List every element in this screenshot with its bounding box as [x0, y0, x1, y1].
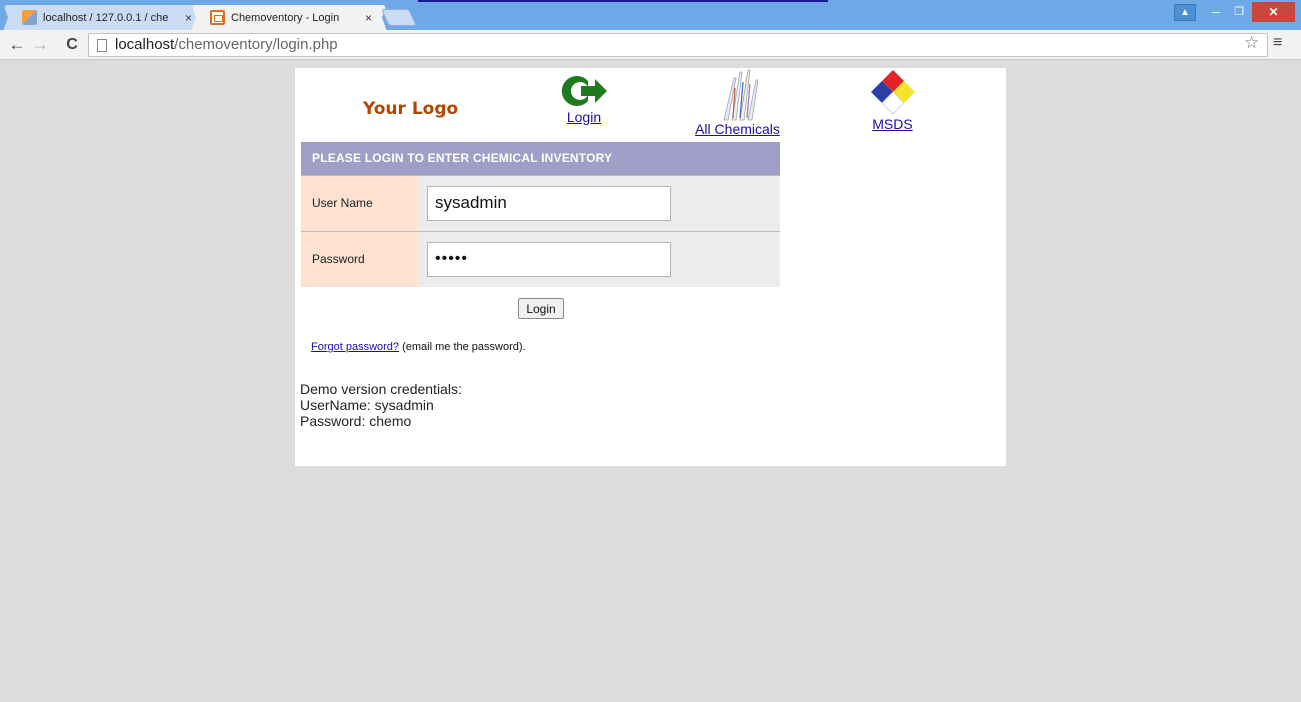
- new-tab-button[interactable]: [385, 9, 413, 26]
- reload-icon[interactable]: C: [62, 35, 82, 55]
- back-arrow-icon[interactable]: ←: [7, 35, 27, 55]
- browser-toolbar: ← → C localhost/chemoventory/login.php ☆…: [0, 30, 1301, 60]
- password-cell: [417, 230, 780, 287]
- demo-credentials-title: Demo version credentials:: [300, 381, 462, 397]
- hazard-diamond-icon: [870, 70, 915, 115]
- username-row: User Name: [301, 174, 780, 231]
- nav-all-chemicals-label: All Chemicals: [695, 121, 780, 137]
- demo-password: Password: chemo: [300, 413, 412, 429]
- page-icon: [97, 39, 107, 52]
- login-arrow-icon: [561, 76, 607, 106]
- restore-icon[interactable]: ❐: [1228, 2, 1250, 22]
- site-logo: Your Logo: [363, 99, 459, 119]
- close-icon[interactable]: ×: [365, 11, 372, 25]
- tab-title: localhost / 127.0.0.1 / che: [43, 11, 169, 24]
- tab-chemoventory-login[interactable]: Chemoventory - Login ×: [191, 5, 387, 30]
- link-underline: [418, 0, 828, 2]
- demo-credentials: Demo version credentials: UserName: sysa…: [300, 381, 462, 429]
- url-path: /chemoventory/login.php: [174, 36, 338, 53]
- minimize-icon[interactable]: –: [1205, 2, 1227, 22]
- phpmyadmin-icon: [22, 10, 37, 25]
- login-button[interactable]: Login: [518, 298, 564, 319]
- user-profile-icon[interactable]: ▲: [1174, 4, 1196, 21]
- forward-arrow-icon[interactable]: →: [30, 35, 50, 55]
- tab-phpmyadmin[interactable]: localhost / 127.0.0.1 / che ×: [3, 5, 207, 30]
- nav-login-label: Login: [566, 109, 602, 125]
- password-row: Password: [301, 230, 780, 287]
- nav-login-link[interactable]: Login: [553, 73, 615, 125]
- password-input[interactable]: [427, 241, 671, 277]
- forgot-password-link[interactable]: Forgot password?: [311, 341, 399, 353]
- page-container: Your Logo Login All Chemicals MSDS PLEAS…: [295, 68, 1006, 466]
- forgot-password-line: Forgot password? (email me the password)…: [311, 341, 526, 353]
- nav-msds-link[interactable]: MSDS: [865, 68, 920, 132]
- login-form-table: PLEASE LOGIN TO ENTER CHEMICAL INVENTORY…: [301, 142, 780, 287]
- nav-all-chemicals-link[interactable]: All Chemicals: [690, 68, 785, 137]
- login-form-header: PLEASE LOGIN TO ENTER CHEMICAL INVENTORY: [301, 142, 780, 175]
- password-label: Password: [301, 230, 417, 287]
- username-input[interactable]: [427, 185, 671, 221]
- tab-title: Chemoventory - Login: [231, 11, 340, 24]
- browser-titlebar: localhost / 127.0.0.1 / che × Chemovento…: [0, 0, 1301, 30]
- forgot-password-note: (email me the password).: [399, 341, 526, 353]
- window-close-icon[interactable]: ✕: [1252, 2, 1295, 22]
- username-label: User Name: [301, 174, 417, 231]
- menu-icon[interactable]: ≡: [1273, 34, 1282, 52]
- bookmark-star-icon[interactable]: ☆: [1244, 33, 1259, 53]
- address-bar[interactable]: localhost/chemoventory/login.php: [88, 33, 1268, 57]
- test-tubes-icon: [722, 69, 758, 121]
- url-host: localhost: [115, 36, 175, 53]
- nav-msds-label: MSDS: [872, 116, 913, 132]
- demo-username: UserName: sysadmin: [300, 397, 434, 413]
- chemoventory-icon: [210, 10, 225, 25]
- close-icon[interactable]: ×: [185, 11, 192, 25]
- username-cell: [417, 174, 780, 231]
